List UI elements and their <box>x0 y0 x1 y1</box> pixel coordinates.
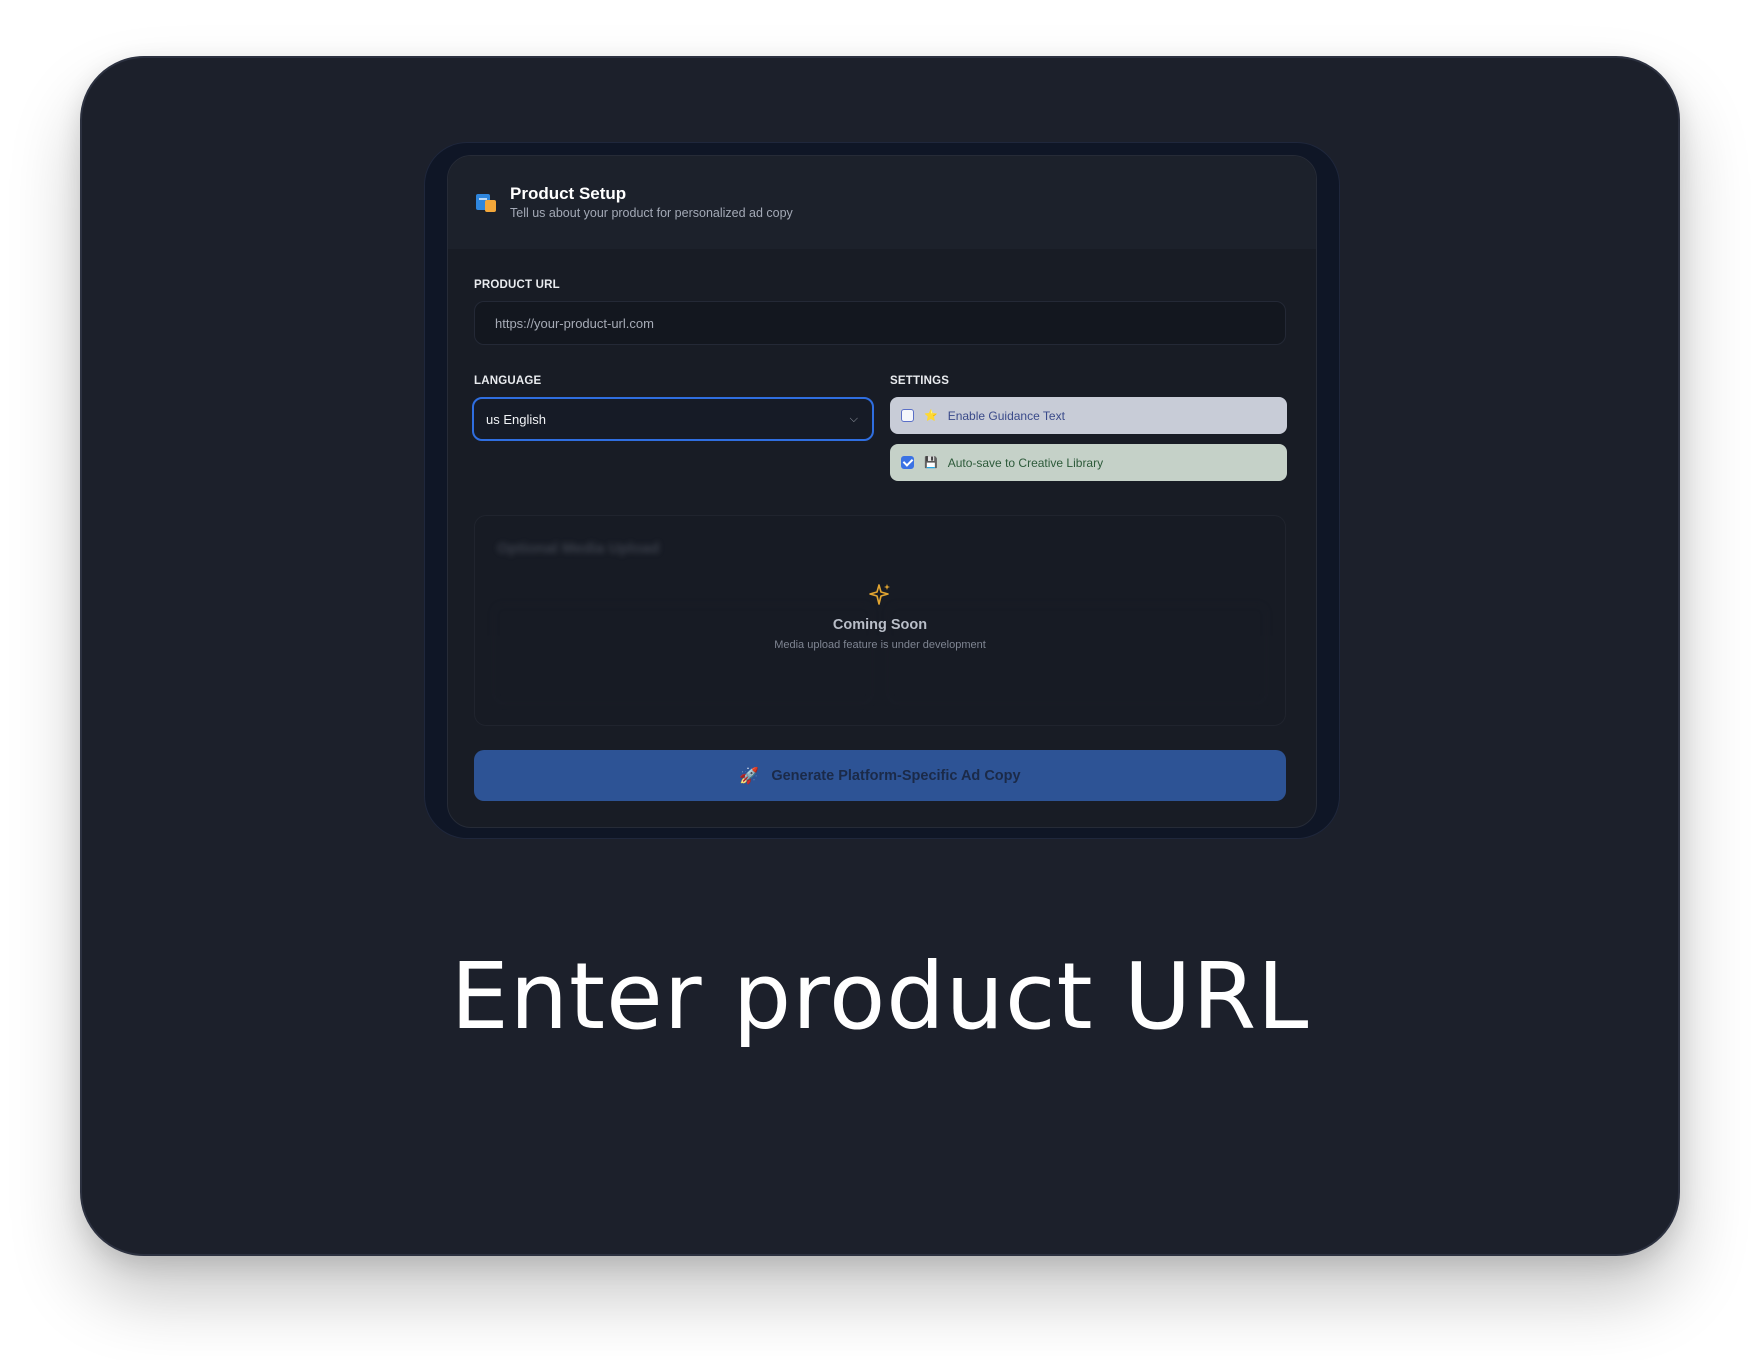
media-upload-section: Optional Media Upload Coming Soon Media … <box>474 515 1286 726</box>
chevron-down-icon: ⌵ <box>849 412 858 425</box>
product-box-icon <box>476 192 498 214</box>
device-frame: Product Setup Tell us about your product… <box>425 143 1339 838</box>
slide-caption: Enter product URL <box>450 943 1310 1050</box>
guidance-toggle[interactable]: ⭐ Enable Guidance Text <box>890 397 1287 434</box>
language-selected-value: us English <box>486 411 546 427</box>
media-upload-title: Optional Media Upload <box>497 540 660 557</box>
card-header: Product Setup Tell us about your product… <box>448 156 1316 249</box>
star-icon: ⭐ <box>924 410 938 422</box>
coming-soon-overlay: Coming Soon Media upload feature is unde… <box>475 582 1285 651</box>
autosave-toggle[interactable]: 💾 Auto-save to Creative Library <box>890 444 1287 481</box>
generate-ad-copy-button[interactable]: 🚀 Generate Platform-Specific Ad Copy <box>474 750 1286 801</box>
language-select[interactable]: us English ⌵ <box>472 397 874 441</box>
card-title: Product Setup <box>510 184 627 203</box>
language-column: LANGUAGE us English ⌵ <box>472 375 874 491</box>
floppy-disk-icon: 💾 <box>924 457 938 469</box>
card-body: PRODUCT URL LANGUAGE us English ⌵ SETTIN… <box>448 249 1316 801</box>
product-setup-card: Product Setup Tell us about your product… <box>447 155 1317 828</box>
header-text: Product Setup Tell us about your product… <box>510 183 793 222</box>
sparkle-icon <box>869 584 890 605</box>
autosave-label: Auto-save to Creative Library <box>947 455 1104 470</box>
options-row: LANGUAGE us English ⌵ SETTINGS ⭐ Enable … <box>472 375 1290 491</box>
coming-soon-subtitle: Media upload feature is under developmen… <box>774 639 986 651</box>
settings-column: SETTINGS ⭐ Enable Guidance Text 💾 Auto-s… <box>890 375 1287 491</box>
coming-soon-title: Coming Soon <box>832 617 928 633</box>
generate-button-label: Generate Platform-Specific Ad Copy <box>771 767 1021 784</box>
settings-label: SETTINGS <box>890 375 950 387</box>
product-url-input[interactable] <box>474 301 1286 345</box>
language-label: LANGUAGE <box>474 375 542 387</box>
guidance-label: Enable Guidance Text <box>947 408 1065 423</box>
product-url-label: PRODUCT URL <box>474 279 560 291</box>
slide: Product Setup Tell us about your product… <box>80 56 1680 1256</box>
rocket-icon: 🚀 <box>739 767 760 785</box>
guidance-checkbox[interactable] <box>901 409 914 422</box>
card-subtitle: Tell us about your product for personali… <box>510 206 793 220</box>
autosave-checkbox[interactable] <box>901 456 914 469</box>
